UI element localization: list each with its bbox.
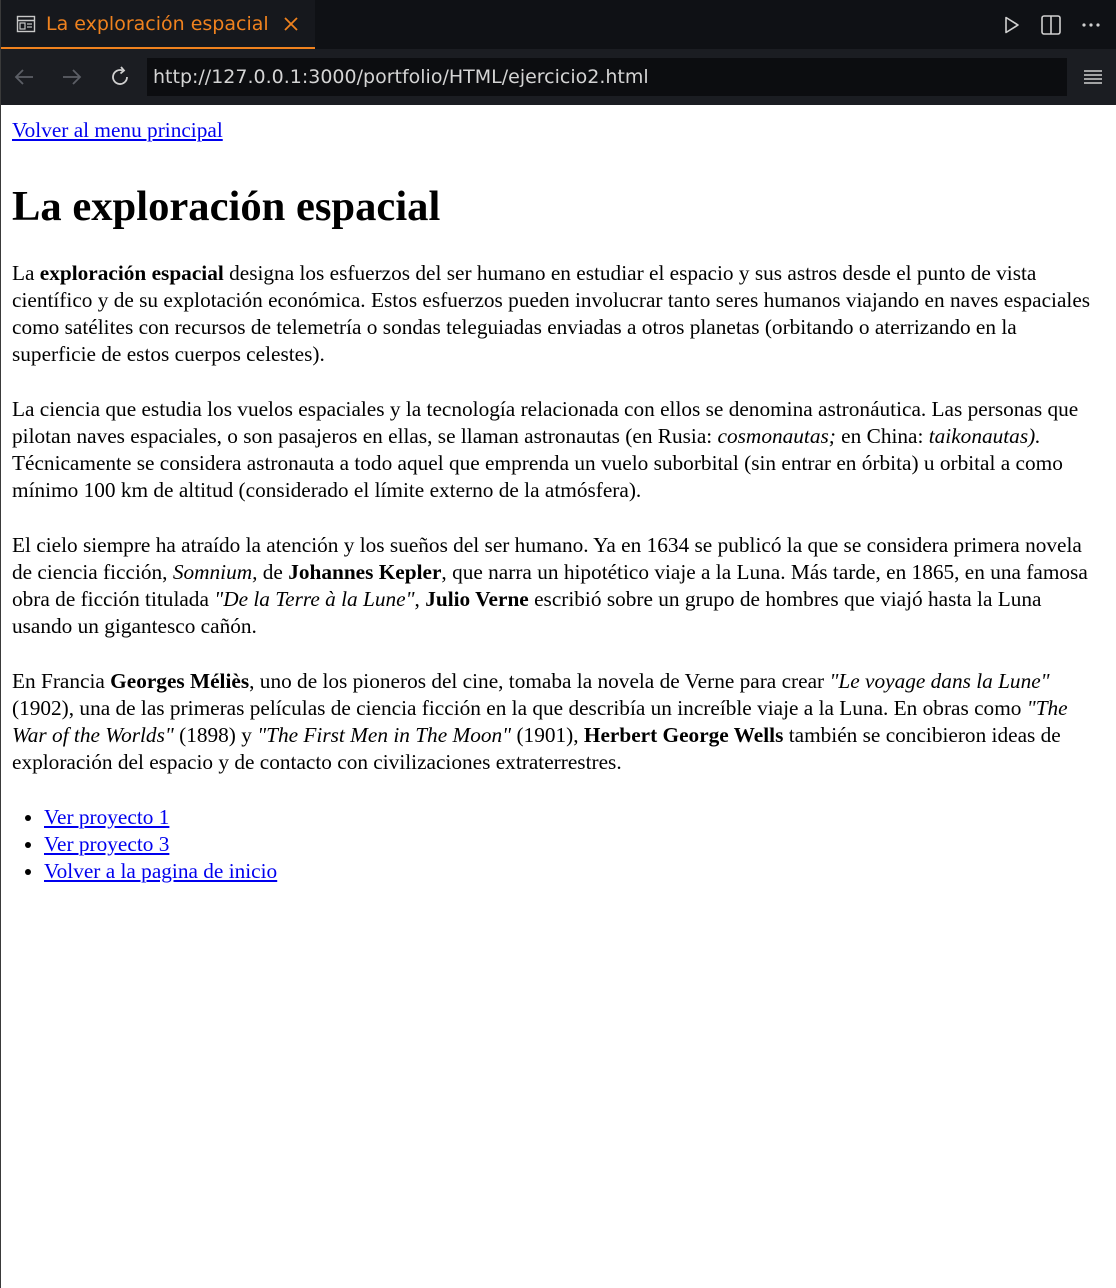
back-icon[interactable] bbox=[12, 65, 36, 89]
paragraph-2: La ciencia que estudia los vuelos espaci… bbox=[12, 396, 1105, 504]
project-3-link[interactable]: Ver proyecto 3 bbox=[44, 832, 169, 856]
italic-text: taikonautas). bbox=[928, 424, 1041, 448]
paragraph-1: La exploración espacial designa los esfu… bbox=[12, 260, 1105, 368]
text: Técnicamente se considera astronauta a t… bbox=[12, 451, 1063, 502]
text: (1901), bbox=[511, 723, 584, 747]
bold-text: Georges Méliès bbox=[110, 669, 250, 693]
text: En Francia bbox=[12, 669, 111, 693]
more-icon[interactable] bbox=[1079, 13, 1103, 37]
navigation-bar: http://127.0.0.1:3000/portfolio/HTML/eje… bbox=[1, 49, 1116, 105]
text: , bbox=[414, 587, 426, 611]
browser-window: La exploración espacial http://127.0.0.1… bbox=[0, 0, 1116, 1288]
list-item: Ver proyecto 1 bbox=[44, 804, 1105, 831]
italic-text: Somnium, bbox=[172, 560, 258, 584]
split-view-icon[interactable] bbox=[1039, 13, 1063, 37]
close-icon[interactable] bbox=[281, 14, 301, 34]
tab-actions bbox=[999, 0, 1116, 49]
reload-icon[interactable] bbox=[108, 65, 132, 89]
back-to-menu-link[interactable]: Volver al menu principal bbox=[12, 117, 223, 144]
tab-active[interactable]: La exploración espacial bbox=[1, 0, 315, 49]
forward-icon[interactable] bbox=[60, 65, 84, 89]
text: (1902), una de las primeras películas de… bbox=[12, 696, 1027, 720]
url-field[interactable]: http://127.0.0.1:3000/portfolio/HTML/eje… bbox=[147, 58, 1067, 96]
bold-text: Johannes Kepler bbox=[288, 560, 442, 584]
paragraph-4: En Francia Georges Méliès, uno de los pi… bbox=[12, 668, 1105, 776]
tab-bar: La exploración espacial bbox=[1, 0, 1116, 49]
list-item: Ver proyecto 3 bbox=[44, 831, 1105, 858]
paragraph-3: El cielo siempre ha atraído la atención … bbox=[12, 532, 1105, 640]
text: (1898) y bbox=[173, 723, 258, 747]
page-title: La exploración espacial bbox=[12, 183, 441, 230]
text: en China: bbox=[835, 424, 929, 448]
text: La bbox=[12, 261, 40, 285]
bold-text: Herbert George Wells bbox=[583, 723, 784, 747]
italic-text: "Le voyage dans la Lune" bbox=[829, 669, 1050, 693]
home-link[interactable]: Volver a la pagina de inicio bbox=[44, 859, 277, 883]
bold-text: Julio Verne bbox=[425, 587, 529, 611]
text: de bbox=[257, 560, 289, 584]
bold-text: exploración espacial bbox=[39, 261, 224, 285]
italic-text: cosmonautas; bbox=[717, 424, 836, 448]
menu-icon[interactable] bbox=[1081, 65, 1105, 89]
italic-text: "The First Men in The Moon" bbox=[257, 723, 512, 747]
project-links-list: Ver proyecto 1 Ver proyecto 3 Volver a l… bbox=[12, 804, 1105, 885]
page-icon bbox=[16, 14, 36, 34]
text: , uno de los pioneros del cine, tomaba l… bbox=[249, 669, 830, 693]
page-content: Volver al menu principal La exploración … bbox=[1, 105, 1116, 1288]
project-1-link[interactable]: Ver proyecto 1 bbox=[44, 805, 169, 829]
list-item: Volver a la pagina de inicio bbox=[44, 858, 1105, 885]
italic-text: "De la Terre à la Lune" bbox=[214, 587, 415, 611]
tab-title: La exploración espacial bbox=[46, 12, 269, 35]
run-icon[interactable] bbox=[999, 13, 1023, 37]
